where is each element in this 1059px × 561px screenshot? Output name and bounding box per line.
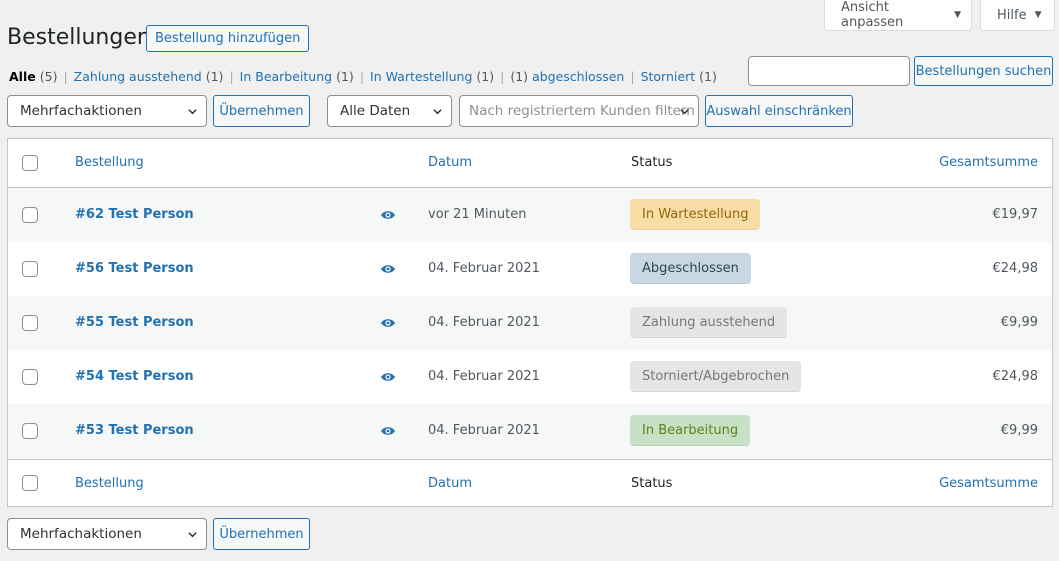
- filter-button[interactable]: Auswahl einschränken: [705, 95, 853, 127]
- order-link[interactable]: #54 Test Person: [75, 369, 194, 384]
- apply-button[interactable]: Übernehmen: [213, 95, 310, 127]
- status-badge: Storniert/Abgebrochen: [630, 361, 802, 392]
- order-total: €24,98: [992, 261, 1039, 276]
- row-checkbox[interactable]: [22, 369, 38, 385]
- eye-icon[interactable]: [380, 317, 396, 329]
- customer-filter-placeholder: Nach registriertem Kunden filtern: [469, 103, 695, 119]
- column-date[interactable]: Datum: [428, 476, 472, 491]
- orders-table: Bestellung Datum Status Gesamtsumme #62 …: [7, 138, 1053, 507]
- filter-completed-count: (1): [510, 69, 529, 84]
- eye-icon[interactable]: [380, 425, 396, 437]
- filter-completed[interactable]: abgeschlossen: [532, 69, 624, 84]
- dates-select[interactable]: Alle Daten: [327, 95, 452, 127]
- order-search-input[interactable]: [748, 56, 910, 86]
- bulk-actions-select[interactable]: Mehrfachaktionen: [7, 95, 207, 127]
- filter-processing[interactable]: In Bearbeitung: [240, 69, 332, 84]
- filter-on-hold[interactable]: In Wartestellung: [370, 69, 472, 84]
- status-filter-links: Alle (5) | Zahlung ausstehend (1) | In B…: [9, 69, 717, 84]
- select-all-checkbox[interactable]: [22, 475, 38, 491]
- table-row: #53 Test Person 04. Februar 2021 In Bear…: [8, 404, 1052, 458]
- select-all-checkbox[interactable]: [22, 155, 38, 171]
- table-row: #56 Test Person 04. Februar 2021 Abgesch…: [8, 242, 1052, 296]
- apply-button-bottom[interactable]: Übernehmen: [213, 518, 310, 550]
- status-badge: In Bearbeitung: [630, 415, 751, 446]
- caret-down-icon: ▼: [954, 10, 961, 20]
- order-date: 04. Februar 2021: [428, 261, 540, 276]
- filter-all[interactable]: Alle: [9, 69, 36, 84]
- order-total: €9,99: [1000, 315, 1038, 330]
- dates-value: Alle Daten: [340, 103, 411, 119]
- separator: |: [63, 69, 68, 84]
- column-status: Status: [631, 155, 673, 170]
- page-title: Bestellungen: [7, 25, 151, 50]
- search-orders-button[interactable]: Bestellungen suchen: [914, 56, 1053, 86]
- filter-all-count: (5): [39, 69, 58, 84]
- row-checkbox[interactable]: [22, 261, 38, 277]
- column-total[interactable]: Gesamtsumme: [939, 155, 1038, 170]
- bulk-actions-value: Mehrfachaktionen: [20, 526, 142, 542]
- chevron-down-icon: [433, 107, 442, 116]
- order-total: €19,97: [992, 207, 1039, 222]
- separator: |: [359, 69, 365, 84]
- order-total: €9,99: [1000, 423, 1038, 438]
- order-link[interactable]: #53 Test Person: [75, 423, 194, 438]
- filter-processing-count: (1): [336, 69, 354, 84]
- column-date[interactable]: Datum: [428, 155, 472, 170]
- screen-meta-links: Ansicht anpassen ▼ Hilfe ▼: [816, 0, 1059, 31]
- eye-icon[interactable]: [380, 209, 396, 221]
- column-order[interactable]: Bestellung: [75, 476, 144, 491]
- chevron-down-icon: [188, 107, 197, 116]
- row-checkbox[interactable]: [22, 207, 38, 223]
- bulk-actions-value: Mehrfachaktionen: [20, 103, 142, 119]
- eye-icon[interactable]: [380, 371, 396, 383]
- table-row: #54 Test Person 04. Februar 2021 Stornie…: [8, 350, 1052, 404]
- table-footer: Bestellung Datum Status Gesamtsumme: [8, 459, 1052, 507]
- order-date: vor 21 Minuten: [428, 207, 527, 222]
- chevron-down-icon: [188, 530, 197, 539]
- caret-down-icon: ▼: [1034, 10, 1042, 20]
- order-date: 04. Februar 2021: [428, 369, 540, 384]
- filter-on-hold-count: (1): [476, 69, 495, 84]
- separator: |: [630, 69, 635, 84]
- column-status: Status: [631, 476, 673, 491]
- add-order-button[interactable]: Bestellung hinzufügen: [146, 25, 310, 52]
- eye-icon[interactable]: [380, 263, 396, 275]
- order-link[interactable]: #55 Test Person: [75, 315, 194, 330]
- status-badge: In Wartestellung: [630, 199, 761, 230]
- order-date: 04. Februar 2021: [428, 315, 540, 330]
- screen-options-label: Ansicht anpassen: [841, 0, 904, 30]
- customer-filter-select[interactable]: Nach registriertem Kunden filtern: [459, 95, 699, 127]
- screen-options-button[interactable]: Ansicht anpassen ▼: [824, 0, 972, 31]
- table-row: #62 Test Person vor 21 Minuten In Wartes…: [8, 188, 1052, 242]
- filter-pending[interactable]: Zahlung ausstehend: [74, 69, 202, 84]
- filter-cancelled-count: (1): [699, 69, 717, 84]
- separator: |: [229, 69, 234, 84]
- status-badge: Zahlung ausstehend: [630, 307, 788, 338]
- chevron-down-icon: [680, 107, 689, 116]
- filter-cancelled[interactable]: Storniert: [641, 69, 696, 84]
- bulk-actions-select-bottom[interactable]: Mehrfachaktionen: [7, 518, 207, 550]
- status-badge: Abgeschlossen: [630, 253, 751, 284]
- order-date: 04. Februar 2021: [428, 423, 540, 438]
- row-checkbox[interactable]: [22, 315, 38, 331]
- help-label: Hilfe: [997, 7, 1027, 23]
- separator: |: [500, 69, 505, 84]
- order-link[interactable]: #56 Test Person: [75, 261, 194, 276]
- table-header: Bestellung Datum Status Gesamtsumme: [8, 139, 1052, 188]
- order-total: €24,98: [992, 369, 1039, 384]
- filter-pending-count: (1): [205, 69, 224, 84]
- column-order[interactable]: Bestellung: [75, 155, 144, 170]
- table-row: #55 Test Person 04. Februar 2021 Zahlung…: [8, 296, 1052, 350]
- column-total[interactable]: Gesamtsumme: [939, 476, 1038, 491]
- row-checkbox[interactable]: [22, 423, 38, 439]
- order-link[interactable]: #62 Test Person: [75, 207, 194, 222]
- help-button[interactable]: Hilfe ▼: [980, 0, 1055, 31]
